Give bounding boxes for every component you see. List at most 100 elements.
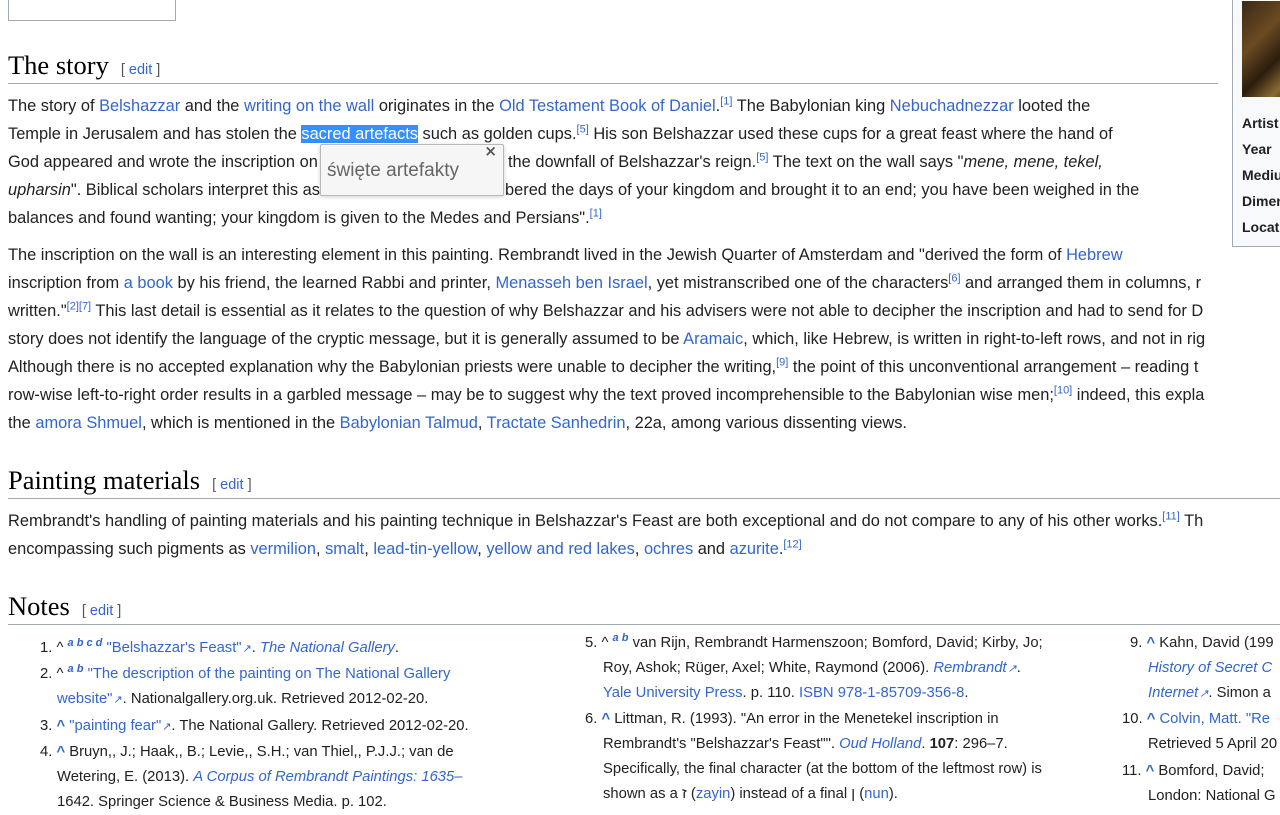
search-box-stub[interactable]: [8, 0, 176, 21]
reference-item-cont: London: National G: [1148, 784, 1276, 809]
ref-link[interactable]: The National Gallery: [260, 640, 395, 656]
edit-link[interactable]: edit: [90, 603, 113, 619]
link-amora-shmuel[interactable]: amora Shmuel: [35, 414, 142, 432]
text: bered the days of your kingdom and broug…: [505, 181, 1140, 199]
citation-link[interactable]: [11]: [1162, 511, 1180, 523]
section-heading-materials: Painting materials [ edit ]: [8, 465, 252, 496]
ref-caret[interactable]: ^: [1146, 635, 1155, 651]
link-aramaic[interactable]: Aramaic: [683, 330, 743, 348]
edit-section-story: [ edit ]: [120, 62, 161, 78]
infobox: Artist Year Medium Dimensions Location: [1232, 0, 1280, 247]
text: Th: [1179, 512, 1204, 530]
link-yellow-and-red-lakes[interactable]: yellow and red lakes: [486, 540, 635, 558]
link-hebrew[interactable]: Hebrew: [1066, 246, 1122, 264]
text: by his friend, the learned Rabbi and pri…: [172, 274, 496, 292]
text: Littman, R. (1993). "An error in the Men…: [614, 711, 999, 727]
painting-thumbnail[interactable]: [1242, 1, 1280, 97]
story-p2-line-3: written."[2][7] This last detail is esse…: [8, 300, 1203, 322]
citation-link[interactable]: [6]: [948, 273, 960, 285]
text: ". Biblical scholars interpret this as: [70, 181, 320, 199]
close-icon[interactable]: ×: [484, 142, 497, 160]
link-tractate-sanhedrin[interactable]: Tractate Sanhedrin: [487, 414, 626, 432]
citation-link[interactable]: [2][7]: [67, 301, 91, 313]
citation-link[interactable]: [1]: [590, 208, 602, 220]
story-line-4: upharsin". Biblical scholars interpret t…: [8, 179, 320, 201]
reference-item: 4. ^ Bruyn,, J.; Haak,, B.; Levie,, S.H.…: [40, 740, 454, 765]
reference-item-cont: Wetering, E. (2013). A Corpus of Rembran…: [57, 765, 463, 790]
citation-link[interactable]: [5]: [577, 124, 589, 136]
ref-link[interactable]: Rembrandt: [933, 660, 1016, 676]
link-writing-on-the-wall[interactable]: writing on the wall: [244, 97, 374, 115]
text: This last detail is essential as it rela…: [91, 302, 1204, 320]
heading-underline: [8, 83, 1218, 84]
reference-item-cont: shown as a ז (zayin) instead of a final …: [603, 786, 898, 802]
ref-caret[interactable]: ^: [56, 718, 65, 734]
ref-link[interactable]: Oud Holland: [839, 736, 921, 752]
reference-item-cont: Roy, Ashok; Rüger, Axel; White, Raymond …: [603, 656, 1021, 682]
volume-number: 107: [929, 736, 955, 752]
text: ,: [477, 414, 487, 432]
link-yale-university-press[interactable]: Yale University Press: [603, 685, 743, 701]
ref-link[interactable]: website": [57, 691, 123, 707]
ref-number: 5.: [585, 635, 598, 651]
text: row-wise left-to-right order results in …: [8, 386, 1054, 404]
ref-link[interactable]: Colvin, Matt. "Re: [1159, 711, 1270, 727]
link-isbn-value[interactable]: 978-1-85709-356-8: [838, 685, 965, 701]
citation-link[interactable]: [5]: [756, 152, 768, 164]
link-menasseh-ben-israel[interactable]: Menasseh ben Israel: [495, 274, 647, 292]
text: Temple in Jerusalem and has stolen the: [8, 125, 302, 143]
link-ochres[interactable]: ochres: [644, 540, 693, 558]
heading-text: Notes: [8, 591, 70, 621]
citation-link[interactable]: [9]: [776, 357, 788, 369]
edit-link[interactable]: edit: [220, 477, 243, 493]
ref-link[interactable]: "The description of the painting on The …: [88, 666, 451, 682]
text: Although there is no accepted explanatio…: [8, 358, 777, 376]
edit-link[interactable]: edit: [129, 62, 152, 78]
text: His son Belshazzar used these cups for a…: [588, 125, 1113, 143]
link-smalt[interactable]: smalt: [325, 540, 364, 558]
text: balances and found wanting; your kingdom…: [8, 209, 590, 227]
ref-caret[interactable]: ^: [1147, 711, 1156, 727]
backlink-letters[interactable]: a b: [613, 632, 629, 644]
ref-caret: ^: [56, 666, 64, 682]
ref-link[interactable]: History of Secret C: [1148, 660, 1272, 676]
link-isbn[interactable]: ISBN: [799, 685, 834, 701]
ref-link[interactable]: A Corpus of Rembrandt Paintings: 1635–: [193, 769, 462, 785]
text: , 22a, among various dissenting views.: [625, 414, 907, 432]
materials-line-2: encompassing such pigments as vermilion,…: [8, 538, 802, 560]
ref-link[interactable]: "painting fear": [69, 718, 171, 734]
link-vermilion[interactable]: vermilion: [250, 540, 316, 558]
story-p2-line-6: row-wise left-to-right order results in …: [8, 384, 1204, 406]
text: Bomford, David;: [1158, 763, 1265, 779]
citation-link[interactable]: [10]: [1054, 385, 1072, 397]
story-p2-line-4: story does not identify the language of …: [8, 328, 1205, 350]
text: Rembrandt's handling of painting materia…: [8, 512, 1163, 530]
link-book-of-daniel[interactable]: Old Testament Book of Daniel: [499, 97, 716, 115]
selected-text-sacred-artefacts[interactable]: sacred artefacts: [301, 125, 418, 143]
link-azurite[interactable]: azurite: [730, 540, 779, 558]
ref-caret[interactable]: ^: [56, 744, 65, 760]
text: written.": [8, 302, 67, 320]
ref-link[interactable]: "Belshazzar's Feast": [107, 640, 252, 656]
link-belshazzar[interactable]: Belshazzar: [99, 97, 180, 115]
link-a-book[interactable]: a book: [124, 274, 173, 292]
link-lead-tin-yellow[interactable]: lead-tin-yellow: [373, 540, 477, 558]
ref-caret[interactable]: ^: [601, 711, 610, 727]
text: ,: [477, 540, 487, 558]
link-nebuchadnezzar[interactable]: Nebuchadnezzar: [890, 97, 1014, 115]
text: .: [1016, 660, 1021, 676]
citation-link[interactable]: [1]: [720, 96, 732, 108]
citation-link[interactable]: [12]: [783, 539, 801, 551]
backlink-letters[interactable]: a b: [68, 663, 84, 675]
text: and the: [180, 97, 244, 115]
text: Roy, Ashok; Rüger, Axel; White, Raymond …: [603, 660, 934, 676]
link-babylonian-talmud[interactable]: Babylonian Talmud: [340, 414, 478, 432]
text: The Babylonian king: [732, 97, 890, 115]
text: Retrieved 5 April 20: [1148, 736, 1278, 752]
text: Kahn, David (199: [1159, 635, 1274, 651]
reference-item: 9. ^ Kahn, David (199: [1130, 631, 1274, 656]
ref-link[interactable]: Internet: [1148, 685, 1208, 701]
backlink-letters[interactable]: a b c d: [68, 637, 103, 649]
ref-caret[interactable]: ^: [1146, 763, 1155, 779]
heading-text: Painting materials: [8, 465, 201, 495]
